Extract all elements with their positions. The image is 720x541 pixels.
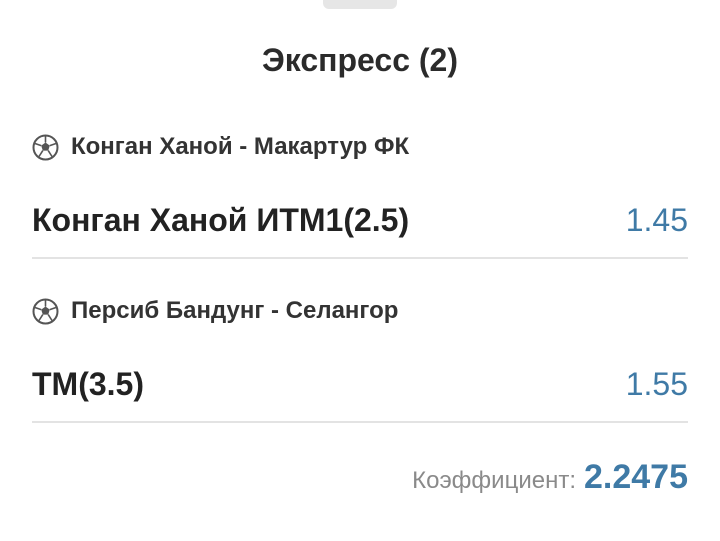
bet-odds: 1.45 xyxy=(625,201,688,238)
bet-selection: Конган Ханой ИТМ1(2.5) xyxy=(32,201,410,238)
soccer-ball-icon xyxy=(32,298,59,325)
total-label: Коэффициент: xyxy=(412,467,576,494)
event-name: Персиб Бандунг - Селангор xyxy=(71,297,399,324)
bet-odds: 1.55 xyxy=(625,365,688,402)
event-row: Конган Ханой - Макартур ФК xyxy=(32,131,409,163)
event-row: Персиб Бандунг - Селангор xyxy=(32,295,398,327)
divider xyxy=(32,421,688,423)
bet-selection: ТМ(3.5) xyxy=(32,365,144,402)
bet-row[interactable]: Конган Ханой ИТМ1(2.5) 1.45 xyxy=(32,198,688,242)
sheet-title: Экспресс (2) xyxy=(262,42,458,78)
divider xyxy=(32,257,688,259)
soccer-ball-icon xyxy=(32,134,59,161)
event-name: Конган Ханой - Макартур ФК xyxy=(71,133,410,160)
total-coefficient: Коэффициент: 2.2475 xyxy=(412,458,688,502)
sheet-drag-handle[interactable] xyxy=(323,0,397,9)
bet-row[interactable]: ТМ(3.5) 1.55 xyxy=(32,362,688,406)
total-value: 2.2475 xyxy=(584,458,688,496)
